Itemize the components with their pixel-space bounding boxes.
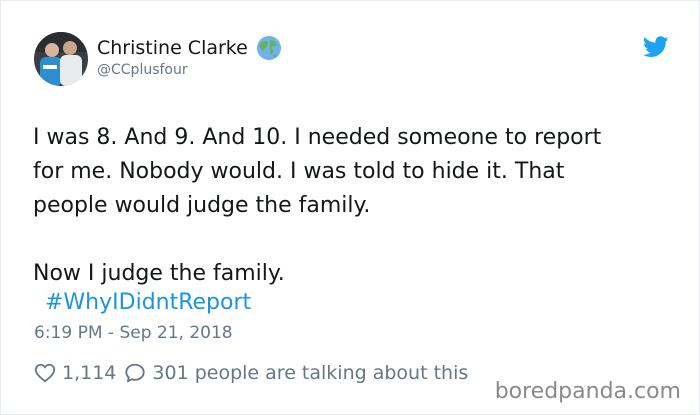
tweet-timestamp[interactable]: 6:19 PM - Sep 21, 2018 — [34, 323, 233, 343]
tweet-text: I was 8. And 9. And 10. I needed someone… — [33, 121, 673, 291]
author-display-name[interactable]: Christine Clarke — [97, 37, 248, 59]
speech-bubble-icon[interactable] — [124, 362, 146, 384]
tweet-card: Christine Clarke @CCplusfour I was 8. An… — [0, 0, 700, 415]
watermark: boredpanda.com — [494, 379, 681, 404]
like-count[interactable]: 1,114 — [62, 362, 116, 384]
author-name-row[interactable]: Christine Clarke — [97, 34, 282, 62]
avatar-image — [34, 32, 88, 86]
author-handle[interactable]: @CCplusfour — [97, 62, 188, 78]
heart-icon[interactable] — [34, 362, 56, 384]
hashtag-link[interactable]: #WhyIDidntReport — [45, 286, 251, 320]
twitter-bird-icon[interactable] — [642, 36, 669, 58]
talking-about-text[interactable]: 301 people are talking about this — [152, 362, 468, 384]
tweet-line: I was 8. And 9. And 10. I needed someone… — [33, 125, 602, 150]
tweet-line: people would judge the family. — [33, 193, 371, 218]
tweet-line: for me. Nobody would. I was told to hide… — [33, 159, 565, 184]
globe-emoji-icon — [256, 35, 282, 61]
avatar[interactable] — [34, 32, 88, 86]
engagement-bar: 1,114 301 people are talking about this — [34, 359, 476, 387]
